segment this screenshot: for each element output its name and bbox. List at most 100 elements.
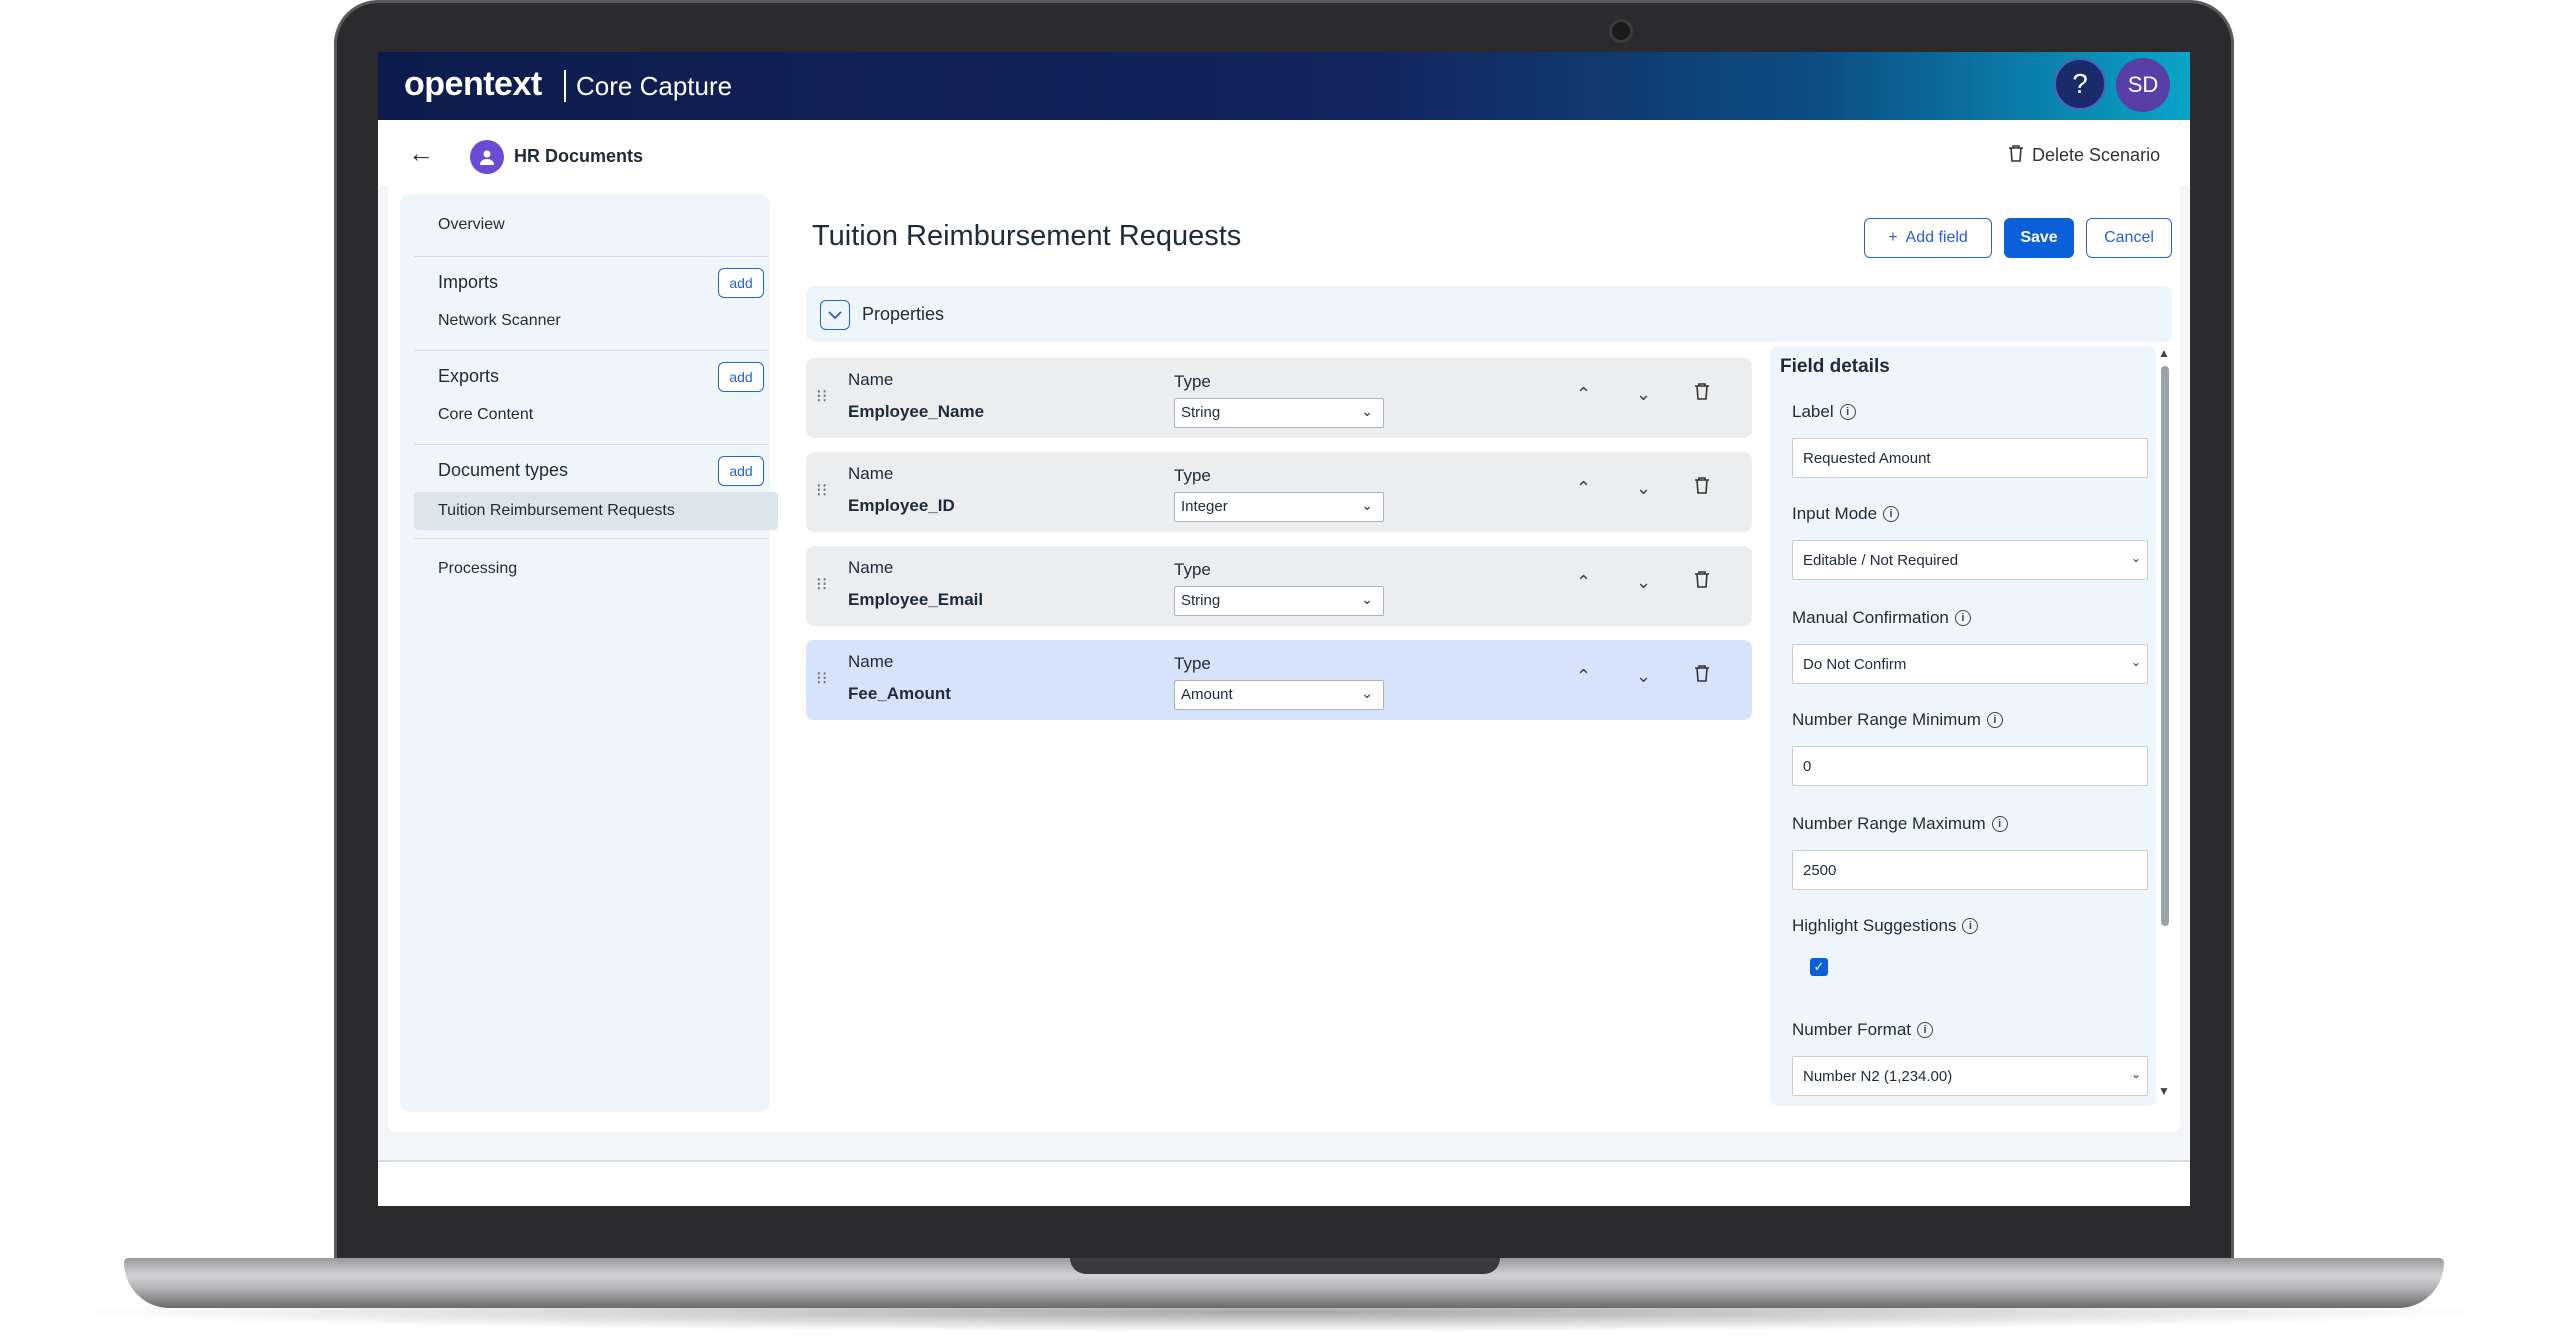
range-max-label: Number Range Maximum i [1792, 814, 2008, 834]
field-row[interactable]: ⁝⁝ Name Employee_ID Type Integer ⌄ ⌃ ⌄ [806, 452, 1752, 532]
input-mode-label: Input Mode i [1792, 504, 1900, 524]
field-name-value: Employee_Name [848, 402, 985, 421]
range-min-label: Number Range Minimum i [1792, 710, 2003, 730]
number-format-value: Number N2 (1,234.00) [1803, 1068, 1953, 1085]
chevron-down-icon: ⌄ [1361, 497, 1373, 513]
nav-item-overview[interactable]: Overview [438, 216, 505, 234]
add-field-button[interactable]: + Add field [1864, 218, 1992, 258]
nav-item-processing[interactable]: Processing [438, 560, 517, 578]
drag-handle-icon[interactable]: ⁝⁝ [816, 574, 827, 595]
info-icon[interactable]: i [1962, 918, 1979, 934]
scroll-down-icon[interactable]: ▼ [2158, 1084, 2170, 1098]
field-type-label: Type [1174, 372, 1211, 391]
highlight-suggestions-text: Highlight Suggestions [1792, 916, 1957, 935]
input-mode-select[interactable]: Editable / Not Required ⌄ [1792, 540, 2148, 580]
field-type-label: Type [1174, 466, 1211, 485]
info-icon[interactable]: i [1883, 506, 1900, 522]
move-up-icon[interactable]: ⌃ [1576, 478, 1591, 499]
manual-confirmation-label: Manual Confirmation i [1792, 608, 1971, 628]
move-up-icon[interactable]: ⌃ [1576, 572, 1591, 593]
info-icon[interactable]: i [1954, 610, 1971, 626]
field-name-value: Employee_ID [848, 496, 955, 515]
back-arrow-icon[interactable]: ← [408, 138, 434, 169]
nav-item-tuition-reimbursement[interactable]: Tuition Reimbursement Requests [438, 502, 675, 520]
field-type-label: Type [1174, 654, 1211, 673]
field-type-select[interactable]: Integer ⌄ [1174, 492, 1384, 522]
move-down-icon[interactable]: ⌄ [1636, 384, 1651, 405]
field-type-value: Integer [1181, 498, 1228, 515]
nav-divider [414, 538, 768, 539]
range-min-input[interactable]: 0 [1792, 746, 2148, 786]
manual-confirmation-select[interactable]: Do Not Confirm ⌄ [1792, 644, 2148, 684]
move-down-icon[interactable]: ⌄ [1636, 478, 1651, 499]
drag-handle-icon[interactable]: ⁝⁝ [816, 480, 827, 501]
drag-handle-icon[interactable]: ⁝⁝ [816, 386, 827, 407]
move-down-icon[interactable]: ⌄ [1636, 572, 1651, 593]
save-button[interactable]: Save [2004, 218, 2074, 258]
nav-item-core-content[interactable]: Core Content [438, 406, 533, 424]
info-icon[interactable]: i [1986, 712, 2003, 728]
add-import-button[interactable]: add [718, 268, 764, 298]
brand-divider [564, 70, 566, 102]
properties-label: Properties [862, 304, 945, 324]
highlight-suggestions-label: Highlight Suggestions i [1792, 916, 1979, 936]
field-type-select[interactable]: String ⌄ [1174, 586, 1384, 616]
delete-scenario-button[interactable]: Delete Scenario [2008, 144, 2160, 167]
laptop-notch [1070, 1258, 1500, 1274]
top-header: opentext Core Capture ? SD [378, 52, 2190, 120]
main-card: Overview Imports add Network Scanner Exp… [388, 184, 2180, 1132]
details-scrollbar[interactable]: ▲ ▼ [2158, 346, 2172, 1106]
range-max-input[interactable]: 2500 [1792, 850, 2148, 890]
trash-icon[interactable] [1694, 476, 1710, 500]
plus-icon: + [1888, 229, 1898, 246]
highlight-suggestions-checkbox[interactable]: ✓ [1810, 958, 1828, 976]
trash-icon[interactable] [1694, 382, 1710, 406]
field-type-select[interactable]: Amount ⌄ [1174, 680, 1384, 710]
field-details-panel: Field details Label i Requested Amount I… [1770, 346, 2156, 1106]
add-document-type-button[interactable]: add [718, 456, 764, 486]
trash-icon[interactable] [1694, 664, 1710, 688]
move-up-icon[interactable]: ⌃ [1576, 384, 1591, 405]
document-type-title: Tuition Reimbursement Requests [812, 220, 1242, 252]
label-field-text: Label [1792, 402, 1834, 421]
range-min-value: 0 [1803, 758, 1812, 775]
scroll-up-icon[interactable]: ▲ [2158, 346, 2170, 360]
field-name-label: Name [848, 652, 894, 671]
range-max-text: Number Range Maximum [1792, 814, 1986, 833]
nav-item-network-scanner[interactable]: Network Scanner [438, 312, 561, 330]
input-mode-text: Input Mode [1792, 504, 1878, 523]
add-export-button[interactable]: add [718, 362, 764, 392]
chevron-down-icon: ⌄ [1361, 403, 1373, 419]
app-screen: opentext Core Capture ? SD ← HR Document… [378, 52, 2190, 1206]
help-button[interactable]: ? [2054, 58, 2106, 110]
field-type-label: Type [1174, 560, 1211, 579]
info-icon[interactable]: i [1839, 404, 1856, 420]
number-format-select[interactable]: Number N2 (1,234.00) ⌄ [1792, 1056, 2148, 1096]
field-type-select[interactable]: String ⌄ [1174, 398, 1384, 428]
cancel-button[interactable]: Cancel [2086, 218, 2172, 258]
user-avatar[interactable]: SD [2116, 58, 2170, 112]
drag-handle-icon[interactable]: ⁝⁝ [816, 668, 827, 689]
manual-confirmation-value: Do Not Confirm [1803, 656, 1907, 673]
sub-header: ← HR Documents Delete Scenario [378, 120, 2190, 186]
user-group-icon [470, 140, 504, 174]
chevron-down-icon: ⌄ [2130, 551, 2141, 565]
chevron-down-icon: ⌄ [1361, 591, 1373, 607]
scroll-thumb[interactable] [2161, 366, 2169, 926]
move-down-icon[interactable]: ⌄ [1636, 666, 1651, 687]
label-input-value: Requested Amount [1803, 450, 1931, 467]
field-row[interactable]: ⁝⁝ Name Employee_Email Type String ⌄ ⌃ ⌄ [806, 546, 1752, 626]
field-row[interactable]: ⁝⁝ Name Employee_Name Type String ⌄ ⌃ ⌄ [806, 358, 1752, 438]
field-type-value: String [1181, 404, 1221, 421]
move-up-icon[interactable]: ⌃ [1576, 666, 1591, 687]
properties-section: Properties [806, 286, 2172, 342]
field-name-value: Employee_Email [848, 590, 984, 609]
label-input[interactable]: Requested Amount [1792, 438, 2148, 478]
field-type-value: String [1181, 592, 1221, 609]
info-icon[interactable]: i [1991, 816, 2008, 832]
info-icon[interactable]: i [1917, 1022, 1934, 1038]
field-row-selected[interactable]: ⁝⁝ Name Fee_Amount Type Amount ⌄ ⌃ ⌄ [806, 640, 1752, 720]
trash-icon[interactable] [1694, 570, 1710, 594]
chevron-down-icon[interactable] [820, 300, 850, 330]
add-field-label: Add field [1905, 229, 1968, 246]
